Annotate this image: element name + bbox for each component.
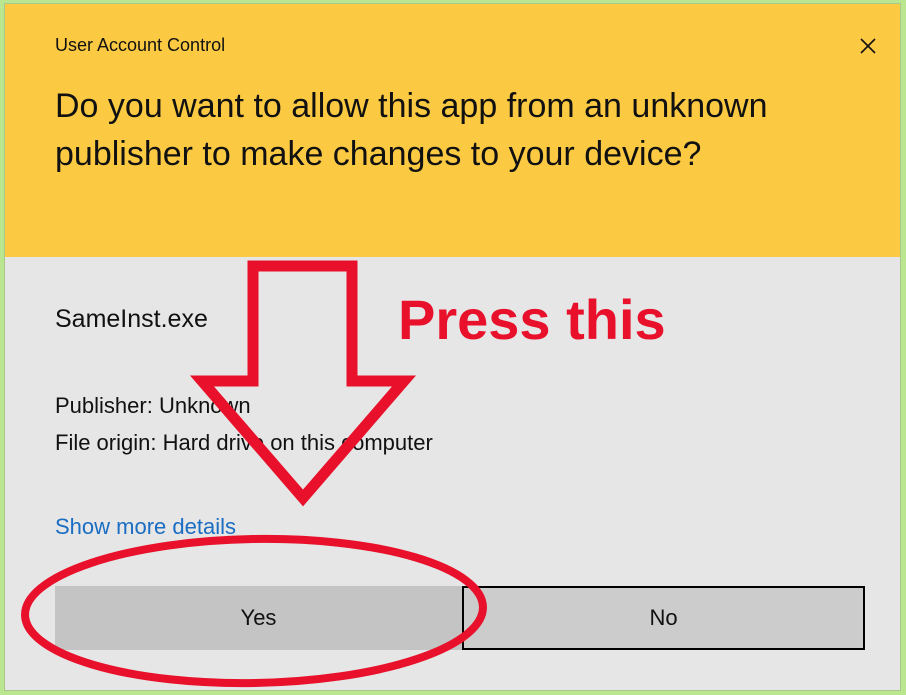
dialog-question: Do you want to allow this app from an un… bbox=[55, 87, 768, 173]
dialog-header: User Account Control Do you want to allo… bbox=[5, 4, 900, 257]
no-button[interactable]: No bbox=[462, 586, 865, 650]
file-origin-label: File origin: Hard drive on this computer bbox=[55, 430, 433, 455]
yes-button[interactable]: Yes bbox=[55, 586, 462, 650]
uac-dialog: User Account Control Do you want to allo… bbox=[5, 4, 900, 690]
dialog-title: User Account Control bbox=[55, 35, 226, 55]
close-icon bbox=[860, 38, 876, 54]
publisher-label: Publisher: Unknown bbox=[55, 393, 251, 418]
close-button[interactable] bbox=[852, 30, 884, 62]
app-name: SameInst.exe bbox=[55, 305, 208, 333]
show-more-details-link[interactable]: Show more details bbox=[55, 514, 236, 540]
